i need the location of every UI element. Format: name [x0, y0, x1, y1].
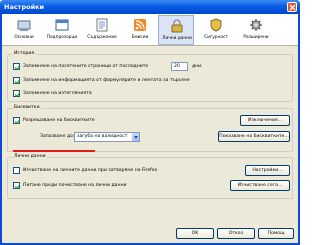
dropdown-arrow[interactable] — [131, 133, 139, 141]
private-data-title: Лични данни — [13, 154, 47, 159]
tab-feeds[interactable]: Емисии — [122, 15, 158, 45]
preferences-toolbar: Основни Подпрозорци Съдържание Емисии Ли… — [2, 14, 298, 46]
tabs-icon — [55, 19, 69, 31]
clear-on-close-checkbox[interactable] — [13, 167, 20, 174]
clear-on-close-label: Изчистване на личните данни при затварян… — [23, 168, 158, 173]
check-icon — [14, 79, 21, 85]
tab-content[interactable]: Съдържание — [84, 15, 120, 45]
general-icon — [17, 20, 31, 31]
history-group: История Запомняне на посетените страници… — [7, 51, 293, 102]
cancel-button[interactable]: Отказ — [217, 228, 255, 239]
remember-downloads-checkbox[interactable] — [13, 90, 21, 98]
clear-now-button[interactable]: Изчистване сега... — [230, 180, 290, 191]
history-days-input[interactable]: 20 — [171, 62, 188, 71]
check-icon — [14, 119, 21, 125]
tab-privacy[interactable]: Лични данни — [158, 15, 194, 45]
tab-tabs[interactable]: Подпрозорци — [44, 15, 80, 45]
cookies-title: Бисквитки — [13, 105, 41, 110]
content-icon — [96, 18, 108, 32]
private-data-settings-button[interactable]: Настройки... — [245, 165, 290, 176]
remember-downloads-label: Запомняне на изтеглянията — [23, 91, 92, 96]
tab-general-label: Основни — [14, 35, 34, 40]
close-icon — [289, 4, 296, 11]
tab-tabs-label: Подпрозорци — [46, 35, 78, 40]
advanced-icon — [250, 19, 262, 31]
tab-general[interactable]: Основни — [6, 15, 42, 45]
title-bar[interactable]: Настройки — [0, 0, 300, 14]
chevron-down-icon — [134, 136, 138, 139]
keep-until-select[interactable]: загуба на валидност — [74, 132, 140, 142]
highlight-underline — [13, 150, 95, 152]
remember-visited-label: Запомняне на посетените страници от посл… — [23, 64, 149, 69]
allow-cookies-label: Разрешаване на бисквитките — [23, 118, 95, 123]
check-icon — [14, 184, 21, 190]
keep-until-label: Запазване до: — [40, 134, 75, 139]
allow-cookies-checkbox[interactable] — [13, 117, 21, 125]
tab-content-label: Съдържание — [87, 35, 117, 40]
dialog-body: Основни Подпрозорци Съдържание Емисии Ли… — [2, 14, 298, 243]
remember-visited-checkbox[interactable] — [13, 63, 21, 71]
tab-security-label: Сигурност — [204, 35, 228, 40]
check-icon — [14, 65, 21, 71]
remember-forms-checkbox[interactable] — [13, 77, 21, 85]
help-button[interactable]: Помощ — [258, 228, 294, 239]
tab-privacy-label: Лични данни — [162, 36, 192, 41]
private-data-group: Лични данни Изчистване на личните данни … — [7, 154, 293, 199]
tab-security[interactable]: Сигурност — [198, 15, 234, 45]
settings-window: Настройки Основни Подпрозорци Съдържание… — [0, 0, 300, 245]
window-title: Настройки — [4, 3, 45, 11]
tab-feeds-label: Емисии — [131, 35, 149, 40]
ask-before-clear-checkbox[interactable] — [13, 182, 21, 190]
tab-advanced-label: Разширени — [243, 35, 269, 40]
tab-advanced[interactable]: Разширени — [238, 15, 274, 45]
keep-until-value: загуба на валидност — [77, 134, 128, 139]
history-title: История — [13, 51, 36, 56]
remember-forms-label: Запомняне на информацията от формулярите… — [23, 78, 190, 83]
feeds-icon — [134, 19, 146, 31]
close-button[interactable] — [287, 2, 297, 12]
cookie-exceptions-button[interactable]: Изключения... — [240, 115, 290, 126]
ask-before-clear-label: Питане преди почистване на лични данни — [23, 183, 127, 188]
show-cookies-button[interactable]: Показване на бисквитките... — [218, 131, 290, 142]
cookies-group: Бисквитки Разрешаване на бисквитките Изк… — [7, 105, 293, 152]
security-icon — [210, 18, 222, 32]
check-icon — [14, 92, 21, 98]
days-unit-label: дни. — [192, 64, 203, 69]
ok-button[interactable]: OK — [176, 228, 214, 239]
privacy-icon — [171, 19, 183, 33]
